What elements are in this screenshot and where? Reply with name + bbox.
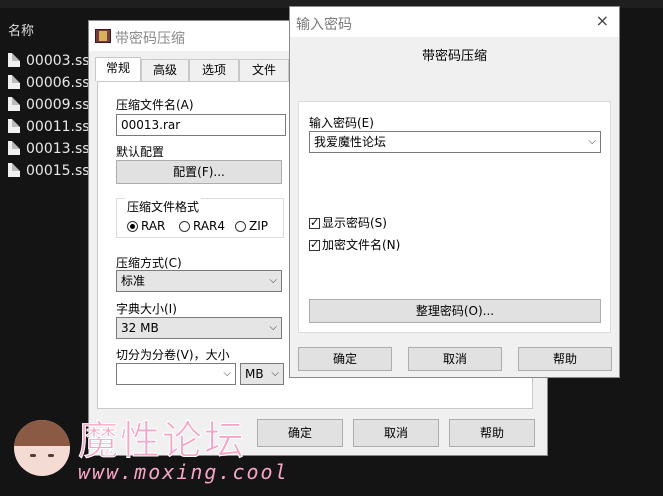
watermark-title: 魔性论坛	[78, 418, 246, 465]
file-name: 00006.ss	[26, 75, 88, 91]
encrypt-filenames-checkbox[interactable]: 加密文件名(N)	[309, 236, 400, 253]
mascot-avatar-icon	[14, 420, 70, 476]
file-list: 00003.ss 00006.ss 00009.ss 00011.ss 0001…	[8, 50, 88, 182]
password-help-button[interactable]: 帮助	[518, 347, 612, 371]
chevron-down-icon: ⌵	[269, 275, 277, 286]
checkbox-checked-icon	[309, 216, 320, 229]
format-rar-radio[interactable]: RAR	[127, 219, 165, 233]
column-header-name[interactable]: 名称	[8, 20, 34, 39]
chevron-down-icon: ⌵	[269, 322, 277, 333]
password-ok-button[interactable]: 确定	[298, 347, 392, 371]
split-size-input[interactable]: ⌵	[116, 363, 236, 385]
file-name: 00009.ss	[26, 97, 88, 113]
chevron-down-icon: ⌵	[223, 368, 231, 379]
file-icon	[8, 53, 20, 67]
tab-general[interactable]: 常规	[95, 57, 141, 81]
file-icon	[8, 163, 20, 177]
password-dialog-subtitle: 带密码压缩	[421, 49, 487, 64]
archive-help-button[interactable]: 帮助	[449, 419, 535, 447]
file-icon	[8, 119, 20, 133]
file-item[interactable]: 00013.ss	[8, 138, 88, 160]
chevron-down-icon: ⌵	[588, 136, 596, 147]
file-item[interactable]: 00009.ss	[8, 94, 88, 116]
password-dialog-titlebar[interactable]: 输入密码 ×	[290, 7, 619, 37]
password-dialog: 输入密码 × 带密码压缩 输入密码(E) 我爱魔性论坛⌵ 显示密码(S) 加密文…	[289, 6, 620, 378]
file-item[interactable]: 00003.ss	[8, 50, 88, 72]
password-panel: 输入密码(E) 我爱魔性论坛⌵ 显示密码(S) 加密文件名(N) 整理密码(O)…	[298, 101, 611, 333]
radio-empty-icon	[235, 221, 246, 232]
format-zip-radio[interactable]: ZIP	[235, 219, 268, 233]
radio-empty-icon	[179, 221, 190, 232]
chevron-down-icon: ⌵	[271, 368, 279, 379]
file-icon	[8, 141, 20, 155]
tab-options[interactable]: 选项	[189, 59, 239, 81]
organize-passwords-button[interactable]: 整理密码(O)...	[309, 299, 601, 323]
close-icon[interactable]: ×	[596, 11, 609, 30]
tab-advanced[interactable]: 高级	[141, 59, 189, 81]
watermark-url: www.moxing.cool	[78, 460, 289, 484]
winrar-logo-icon	[95, 29, 111, 43]
file-name: 00015.ss	[26, 163, 88, 179]
archive-dialog-title: 带密码压缩	[115, 31, 185, 47]
archive-format-group: 压缩文件格式 RAR RAR4 ZIP	[116, 198, 284, 238]
password-label: 输入密码(E)	[309, 116, 374, 130]
file-name: 00013.ss	[26, 141, 88, 157]
split-volumes-label: 切分为分卷(V)，大小	[116, 348, 230, 362]
site-watermark: 魔性论坛 www.moxing.cool	[14, 410, 294, 490]
archive-name-label: 压缩文件名(A)	[116, 98, 194, 112]
profiles-button[interactable]: 配置(F)...	[116, 160, 282, 184]
checkbox-checked-icon	[309, 238, 320, 251]
file-item[interactable]: 00006.ss	[8, 72, 88, 94]
compression-method-label: 压缩方式(C)	[116, 256, 182, 270]
password-dialog-title: 输入密码	[296, 17, 352, 33]
archive-cancel-button[interactable]: 取消	[353, 419, 439, 447]
file-icon	[8, 75, 20, 89]
archive-name-input[interactable]: 00013.rar	[116, 114, 286, 136]
dictionary-size-label: 字典大小(I)	[116, 302, 177, 316]
compression-method-select[interactable]: 标准 ⌵	[116, 270, 282, 292]
archive-format-label: 压缩文件格式	[125, 198, 202, 215]
dictionary-size-select[interactable]: 32 MB ⌵	[116, 317, 282, 339]
tab-files[interactable]: 文件	[239, 59, 289, 81]
password-input[interactable]: 我爱魔性论坛 ⌵	[309, 131, 601, 153]
show-password-checkbox[interactable]: 显示密码(S)	[309, 214, 387, 231]
file-item[interactable]: 00015.ss	[8, 160, 88, 182]
file-name: 00011.ss	[26, 119, 88, 135]
default-profile-label: 默认配置	[116, 145, 165, 159]
radio-selected-icon	[127, 221, 138, 232]
split-unit-select[interactable]: MB ⌵	[240, 363, 284, 385]
file-icon	[8, 97, 20, 111]
password-cancel-button[interactable]: 取消	[408, 347, 502, 371]
file-name: 00003.ss	[26, 53, 88, 69]
format-rar4-radio[interactable]: RAR4	[179, 219, 225, 233]
file-item[interactable]: 00011.ss	[8, 116, 88, 138]
